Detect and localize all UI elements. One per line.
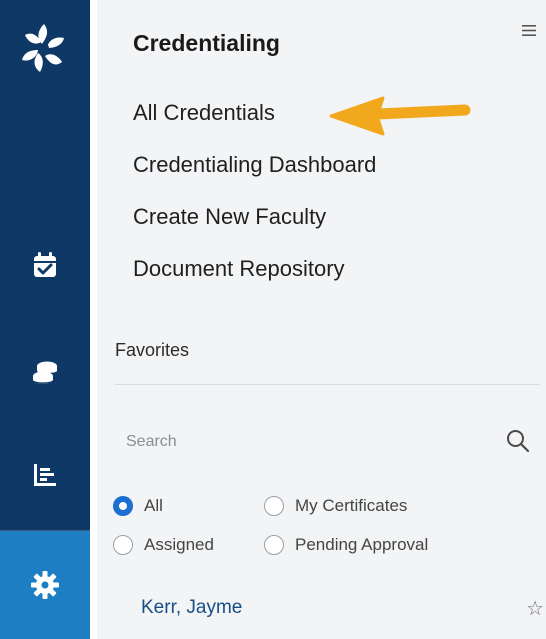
filter-radio-assigned[interactable]: Assigned xyxy=(113,535,214,555)
menu-item-document-repository[interactable]: Document Repository xyxy=(133,256,345,282)
radio-checked-icon xyxy=(113,496,133,516)
filter-radio-my-certificates[interactable]: My Certificates xyxy=(264,496,407,516)
bar-chart-icon xyxy=(34,464,56,486)
radio-unchecked-icon xyxy=(264,496,284,516)
filter-label: Pending Approval xyxy=(295,535,429,554)
rail-item-calendar[interactable] xyxy=(0,230,90,300)
rail-item-reports[interactable] xyxy=(0,440,90,510)
star-icon[interactable]: ☆ xyxy=(526,596,544,621)
database-icon xyxy=(32,361,58,384)
menu-panel: Credentialing All Credentials Credential… xyxy=(97,0,546,639)
rail-item-database[interactable] xyxy=(0,338,90,408)
gear-icon xyxy=(31,571,59,599)
hamburger-menu-icon[interactable] xyxy=(522,24,536,41)
menu-title: Credentialing xyxy=(133,30,280,56)
annotation-arrow-icon xyxy=(329,96,471,136)
filter-label: All xyxy=(144,496,163,515)
favorite-item-link[interactable]: Kerr, Jayme xyxy=(141,597,242,619)
filter-radio-pending-approval[interactable]: Pending Approval xyxy=(264,535,428,555)
menu-item-credentialing-dashboard[interactable]: Credentialing Dashboard xyxy=(133,152,376,178)
menu-item-all-credentials[interactable]: All Credentials xyxy=(133,100,275,126)
menu-item-create-new-faculty[interactable]: Create New Faculty xyxy=(133,204,326,230)
filter-label: Assigned xyxy=(144,535,214,554)
filter-radio-all[interactable]: All xyxy=(113,496,163,516)
favorites-divider xyxy=(115,384,540,385)
radio-unchecked-icon xyxy=(113,535,133,555)
nav-rail xyxy=(0,0,90,639)
search-icon[interactable] xyxy=(505,428,531,454)
rail-gap xyxy=(90,0,97,639)
calendar-check-icon xyxy=(34,252,56,277)
search-input[interactable] xyxy=(115,422,495,462)
filter-label: My Certificates xyxy=(295,496,408,515)
app-logo-icon[interactable] xyxy=(14,18,74,78)
favorites-heading: Favorites xyxy=(115,340,190,360)
rail-item-settings[interactable] xyxy=(0,531,90,639)
radio-unchecked-icon xyxy=(264,535,284,555)
favorites-search xyxy=(115,422,535,462)
